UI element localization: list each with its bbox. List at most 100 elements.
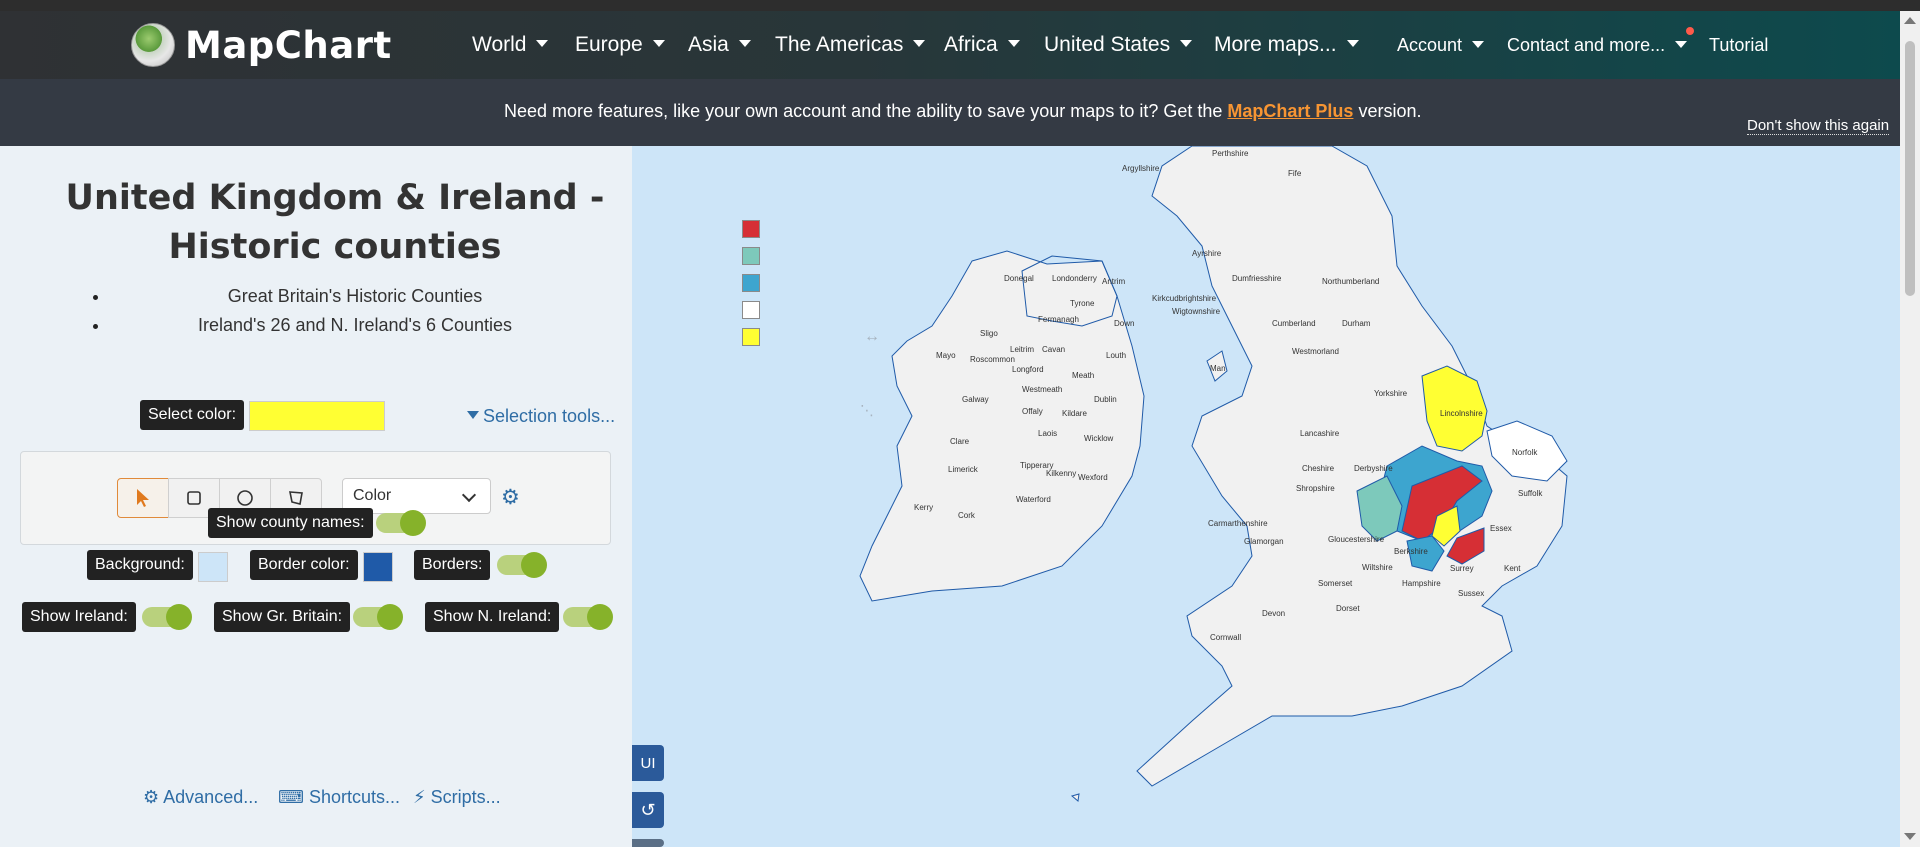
label-carmarthenshire: Carmarthenshire <box>1208 519 1268 528</box>
toggle-knob <box>521 552 547 578</box>
borders-label: Borders: <box>414 550 491 580</box>
mapchart-plus-link[interactable]: MapChart Plus <box>1227 101 1353 121</box>
bolt-icon: ⚡ <box>413 787 426 807</box>
legend-swatch-white[interactable] <box>742 301 760 319</box>
caret-down-icon <box>536 39 549 47</box>
label-down: Down <box>1114 319 1134 328</box>
caret-down-icon <box>1675 40 1688 48</box>
cursor-arrow-icon <box>137 489 149 507</box>
undo-icon[interactable]: ↺ <box>632 792 664 828</box>
borders-toggle[interactable] <box>497 552 547 578</box>
nav-asia[interactable]: Asia <box>688 33 751 57</box>
label-argyllshire: Argyllshire <box>1122 164 1160 173</box>
page-title: United Kingdom & Ireland - Historic coun… <box>65 178 605 267</box>
nav-account[interactable]: Account <box>1397 35 1485 56</box>
label-kirkcudbrightshire: Kirkcudbrightshire <box>1152 294 1217 303</box>
banner-message: Need more features, like your own accoun… <box>504 101 1422 121</box>
label-yorkshire: Yorkshire <box>1374 389 1408 398</box>
selected-color-picker[interactable] <box>249 401 385 431</box>
show-gb-toggle[interactable] <box>353 604 403 630</box>
label-kerry: Kerry <box>914 503 933 512</box>
show-county-names-toggle[interactable] <box>376 510 426 536</box>
label-gloucestershire: Gloucestershire <box>1328 535 1385 544</box>
circle-icon <box>237 490 253 506</box>
label-surrey: Surrey <box>1450 564 1474 573</box>
map-tool-button-partial[interactable] <box>632 839 664 847</box>
legend-swatch-teal[interactable] <box>742 247 760 265</box>
scripts-link[interactable]: ⚡ Scripts... <box>413 787 501 808</box>
nav-africa[interactable]: Africa <box>944 33 1020 57</box>
gear-icon: ⚙ <box>143 787 160 807</box>
scroll-down-icon[interactable] <box>1904 833 1916 840</box>
label-leitrim: Leitrim <box>1010 345 1034 354</box>
label-lincolnshire: Lincolnshire <box>1440 409 1483 418</box>
shortcuts-link[interactable]: ⌨ Shortcuts... <box>278 787 400 808</box>
label-wexford: Wexford <box>1078 473 1108 482</box>
advanced-link[interactable]: ⚙ Advanced... <box>143 787 258 808</box>
square-icon <box>187 491 201 505</box>
legend-swatch-red[interactable] <box>742 220 760 238</box>
label-dumfriesshire: Dumfriesshire <box>1232 274 1282 283</box>
scroll-up-icon[interactable] <box>1904 17 1916 24</box>
label-offaly: Offaly <box>1022 407 1043 416</box>
legend-move-handle-icon[interactable]: ↔ <box>864 328 880 346</box>
page-scrollbar[interactable] <box>1900 11 1920 847</box>
label-durham: Durham <box>1342 319 1371 328</box>
label-tyrone: Tyrone <box>1070 299 1095 308</box>
toggle-knob <box>377 604 403 630</box>
chevron-down-icon <box>461 487 477 503</box>
label-ayrshire: Ayrshire <box>1192 249 1222 258</box>
caret-down-icon <box>1007 39 1020 47</box>
label-meath: Meath <box>1072 371 1094 380</box>
label-shropshire: Shropshire <box>1296 484 1335 493</box>
label-westmeath: Westmeath <box>1022 385 1062 394</box>
label-essex: Essex <box>1490 524 1512 533</box>
legend-swatch-yellow[interactable] <box>742 328 760 346</box>
label-suffolk: Suffolk <box>1518 489 1543 498</box>
show-gb-label: Show Gr. Britain: <box>214 602 351 632</box>
background-color-swatch[interactable] <box>198 552 228 582</box>
select-color-label: Select color: <box>140 400 245 430</box>
left-panel: United Kingdom & Ireland - Historic coun… <box>0 146 632 847</box>
label-kildare: Kildare <box>1062 409 1087 418</box>
label-sligo: Sligo <box>980 329 998 338</box>
label-cork: Cork <box>958 511 976 520</box>
label-limerick: Limerick <box>948 465 979 474</box>
map-list-item[interactable]: Ireland's 26 and N. Ireland's 6 Counties <box>110 311 600 340</box>
show-county-names-label: Show county names: <box>208 508 373 538</box>
label-dublin: Dublin <box>1094 395 1117 404</box>
selection-tools-toggle[interactable]: Selection tools... <box>467 406 615 427</box>
show-ni-toggle[interactable] <box>563 604 613 630</box>
ui-toggle-button[interactable]: UI <box>632 745 664 781</box>
border-color-swatch[interactable] <box>363 552 393 582</box>
uk-ireland-map[interactable]: Perthshire Argyllshire Fife Ayrshire Dum… <box>632 146 1900 847</box>
label-fife: Fife <box>1288 169 1302 178</box>
map-list-item[interactable]: Great Britain's Historic Counties <box>110 282 600 311</box>
nav-tutorial[interactable]: Tutorial <box>1709 35 1768 56</box>
label-antrim: Antrim <box>1102 277 1125 286</box>
nav-europe[interactable]: Europe <box>575 33 665 57</box>
ireland-island[interactable] <box>859 250 1145 602</box>
scrollbar-thumb[interactable] <box>1905 41 1915 296</box>
label-glamorgan: Glamorgan <box>1244 537 1284 546</box>
map-canvas[interactable]: Perthshire Argyllshire Fife Ayrshire Dum… <box>632 146 1900 847</box>
nav-contact[interactable]: Contact and more... <box>1507 35 1688 56</box>
nav-americas[interactable]: The Americas <box>775 33 926 57</box>
map-list: Great Britain's Historic Counties Irelan… <box>110 282 600 340</box>
caret-down-icon <box>652 39 665 47</box>
legend-resize-handle-icon[interactable]: ⋱ <box>860 402 874 419</box>
dont-show-again-link[interactable]: Don't show this again <box>1747 117 1890 135</box>
label-cornwall: Cornwall <box>1210 633 1241 642</box>
label-fermanagh: Fermanagh <box>1038 315 1079 324</box>
background-label: Background: <box>87 550 193 580</box>
toggle-knob <box>400 510 426 536</box>
brand-logo[interactable]: MapChart <box>131 23 392 67</box>
show-ireland-toggle[interactable] <box>142 604 192 630</box>
legend-swatch-blue[interactable] <box>742 274 760 292</box>
nav-world[interactable]: World <box>472 33 549 57</box>
gear-icon[interactable]: ⚙ <box>501 485 520 510</box>
nav-more-maps[interactable]: More maps... <box>1214 33 1359 57</box>
label-man: Man <box>1210 364 1226 373</box>
nav-united-states[interactable]: United States <box>1044 33 1193 57</box>
pointer-tool-button[interactable] <box>117 478 169 518</box>
